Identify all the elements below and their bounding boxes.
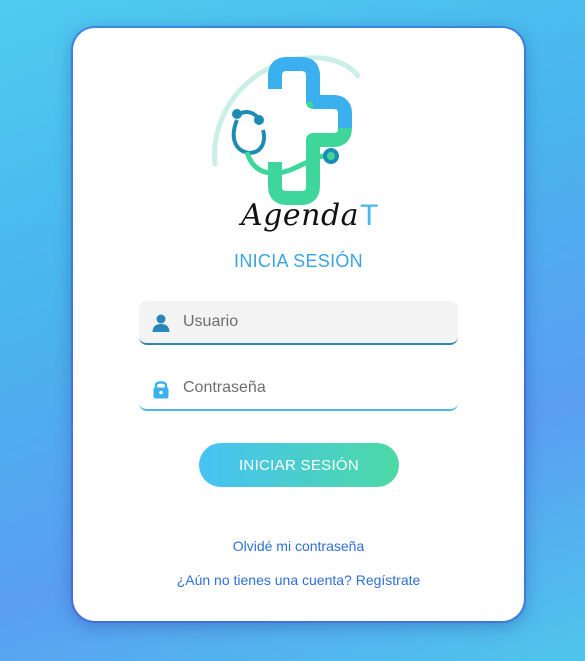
register-link[interactable]: ¿Aún no tienes una cuenta? Regístrate xyxy=(73,572,524,588)
password-field[interactable] xyxy=(139,367,458,411)
brand-name: AgendaT xyxy=(241,198,379,233)
password-input[interactable] xyxy=(183,367,448,409)
username-field[interactable] xyxy=(139,301,458,345)
forgot-password-link[interactable]: Olvidé mi contraseña xyxy=(73,538,524,554)
username-input[interactable] xyxy=(183,301,448,343)
login-title: INICIA SESIÓN xyxy=(234,251,363,271)
brand-name-main: Agenda xyxy=(241,198,360,233)
login-submit-button[interactable]: INICIAR SESIÓN xyxy=(199,443,399,487)
login-card: AgendaT INICIA SESIÓN INICIAR SESIÓN Olv… xyxy=(73,28,524,621)
user-icon xyxy=(152,314,170,332)
brand-name-accent: T xyxy=(360,199,379,232)
lock-icon xyxy=(153,381,169,399)
